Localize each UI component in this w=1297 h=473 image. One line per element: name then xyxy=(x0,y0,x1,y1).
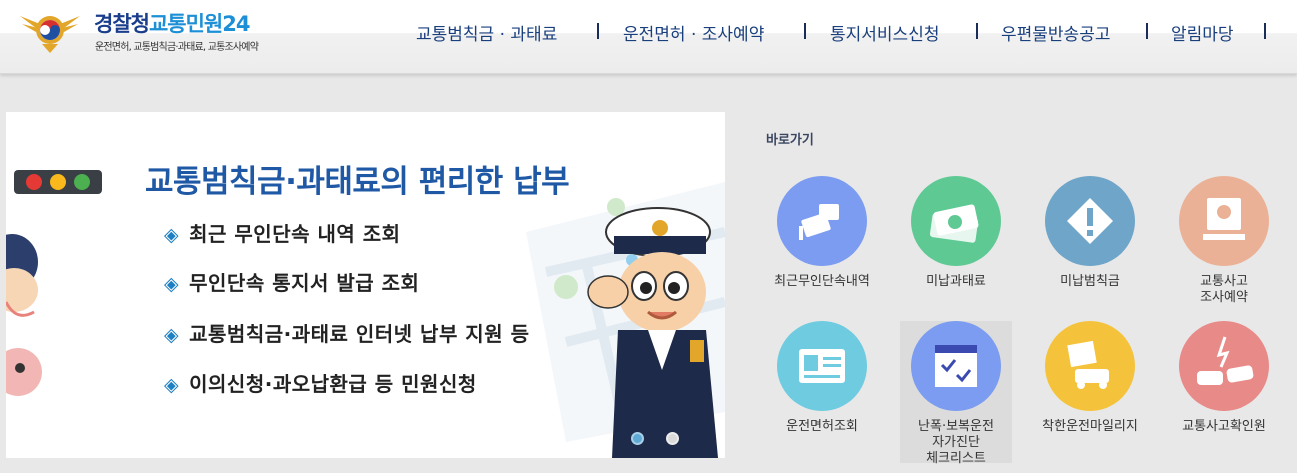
logo-subtitle: 운전면허, 교통범칙금·과태료, 교통조사예약 xyxy=(95,42,259,53)
crash-icon xyxy=(1197,336,1254,385)
quick-link-accident-reservation[interactable]: 교통사고 조사예약 xyxy=(1159,176,1289,306)
character-left-icon xyxy=(6,234,42,396)
nav-item-returned-mail[interactable]: 우편물반송공고 xyxy=(1001,20,1110,45)
quick-link-label: 미납과태료 xyxy=(926,274,986,289)
monitor-icon xyxy=(1203,198,1245,240)
carousel-dot-active[interactable] xyxy=(631,432,644,445)
carousel-dot[interactable] xyxy=(666,432,679,445)
header: 경찰청교통민원24 운전면허, 교통범칙금·과태료, 교통조사예약 교통범칙금 … xyxy=(0,0,1297,74)
quick-link-label: 미납범칙금 xyxy=(1060,274,1120,289)
diamond-bullet-icon: ◈ xyxy=(164,374,180,396)
warning-icon xyxy=(1067,198,1113,244)
diamond-bullet-icon: ◈ xyxy=(164,324,180,346)
quick-link-circle xyxy=(1179,176,1269,266)
nav-item-notification[interactable]: 통지서비스신청 xyxy=(830,20,939,45)
quick-link-circle xyxy=(1045,176,1135,266)
banner-bullet: ◈ 이의신청·과오납환급 등 민원신청 xyxy=(164,368,477,397)
quick-link-label: 난폭·보복운전 xyxy=(918,419,994,434)
logo-title: 경찰청교통민원24 xyxy=(94,8,251,38)
nav-divider xyxy=(804,23,806,39)
quick-link-accident-check[interactable]: 교통사고확인원 xyxy=(1159,321,1289,435)
banner-bullet: ◈ 최근 무인단속 내역 조회 xyxy=(164,218,401,247)
diamond-bullet-icon: ◈ xyxy=(164,273,180,295)
camera-icon xyxy=(799,204,839,240)
car-sign-icon xyxy=(1067,340,1109,389)
banner-bullet-text: 교통범칙금·과태료 인터넷 납부 지원 등 xyxy=(189,322,530,346)
money-icon xyxy=(929,204,979,243)
banner-bullet-text: 최근 무인단속 내역 조회 xyxy=(189,222,401,246)
banner-bullet-text: 무인단속 통지서 발급 조회 xyxy=(189,271,420,295)
quick-link-circle xyxy=(911,321,1001,411)
nav-divider xyxy=(597,23,599,39)
quick-link-circle xyxy=(777,176,867,266)
quick-link-label: 자가진단 xyxy=(932,435,980,450)
quick-link-label: 교통사고확인원 xyxy=(1182,419,1266,434)
quick-link-label: 운전면허조회 xyxy=(786,419,858,434)
quick-link-good-driving-mileage[interactable]: 착한운전마일리지 xyxy=(1025,321,1155,435)
quick-link-label: 착한운전마일리지 xyxy=(1042,419,1138,434)
quick-link-recent-enforcement[interactable]: 최근무인단속내역 xyxy=(757,176,887,290)
quick-link-label: 교통사고 xyxy=(1200,274,1248,289)
id-card-icon xyxy=(799,349,845,383)
main-banner[interactable]: 교통범칙금·과태료의 편리한 납부 ◈ 최근 무인단속 내역 조회 ◈ 무인단속 통… xyxy=(6,112,725,458)
quick-link-unpaid-fine[interactable]: 미납과태료 xyxy=(891,176,1021,290)
police-emblem-icon xyxy=(20,16,80,53)
banner-bullet: ◈ 교통범칙금·과태료 인터넷 납부 지원 등 xyxy=(164,318,529,347)
nav-divider xyxy=(976,23,978,39)
nav-divider xyxy=(1146,23,1148,39)
nav-item-fines[interactable]: 교통범칙금 · 과태료 xyxy=(416,20,557,45)
nav-divider xyxy=(1264,23,1266,39)
quick-link-circle xyxy=(1045,321,1135,411)
calendar-icon xyxy=(935,345,977,387)
quick-link-label: 조사예약 xyxy=(1200,290,1248,305)
banner-bullet-text: 이의신청·과오납환급 등 민원신청 xyxy=(189,372,477,396)
banner-title: 교통범칙금·과태료의 편리한 납부 xyxy=(145,164,570,200)
quick-link-label: 최근무인단속내역 xyxy=(774,274,870,289)
quick-link-circle xyxy=(1179,321,1269,411)
quick-link-reckless-checklist[interactable]: 난폭·보복운전 자가진단 체크리스트 xyxy=(900,321,1012,466)
logo-brand-text: 교통민원24 xyxy=(148,12,251,36)
nav-item-license[interactable]: 운전면허 · 조사예약 xyxy=(623,20,764,45)
logo-main-text: 경찰청 xyxy=(94,12,150,36)
quick-links-title: 바로가기 xyxy=(766,133,814,148)
traffic-light-icon xyxy=(14,170,102,194)
quick-link-license-lookup[interactable]: 운전면허조회 xyxy=(757,321,887,435)
quick-link-unpaid-penalty[interactable]: 미납범칙금 xyxy=(1025,176,1155,290)
quick-link-label: 체크리스트 xyxy=(926,451,986,466)
diamond-bullet-icon: ◈ xyxy=(164,224,180,246)
quick-link-circle xyxy=(911,176,1001,266)
police-mascot-icon xyxy=(587,207,718,458)
nav-item-notice[interactable]: 알림마당 xyxy=(1171,20,1234,45)
site-logo[interactable]: 경찰청교통민원24 운전면허, 교통범칙금·과태료, 교통조사예약 xyxy=(18,8,308,54)
quick-link-circle xyxy=(777,321,867,411)
banner-bullet: ◈ 무인단속 통지서 발급 조회 xyxy=(164,267,419,296)
